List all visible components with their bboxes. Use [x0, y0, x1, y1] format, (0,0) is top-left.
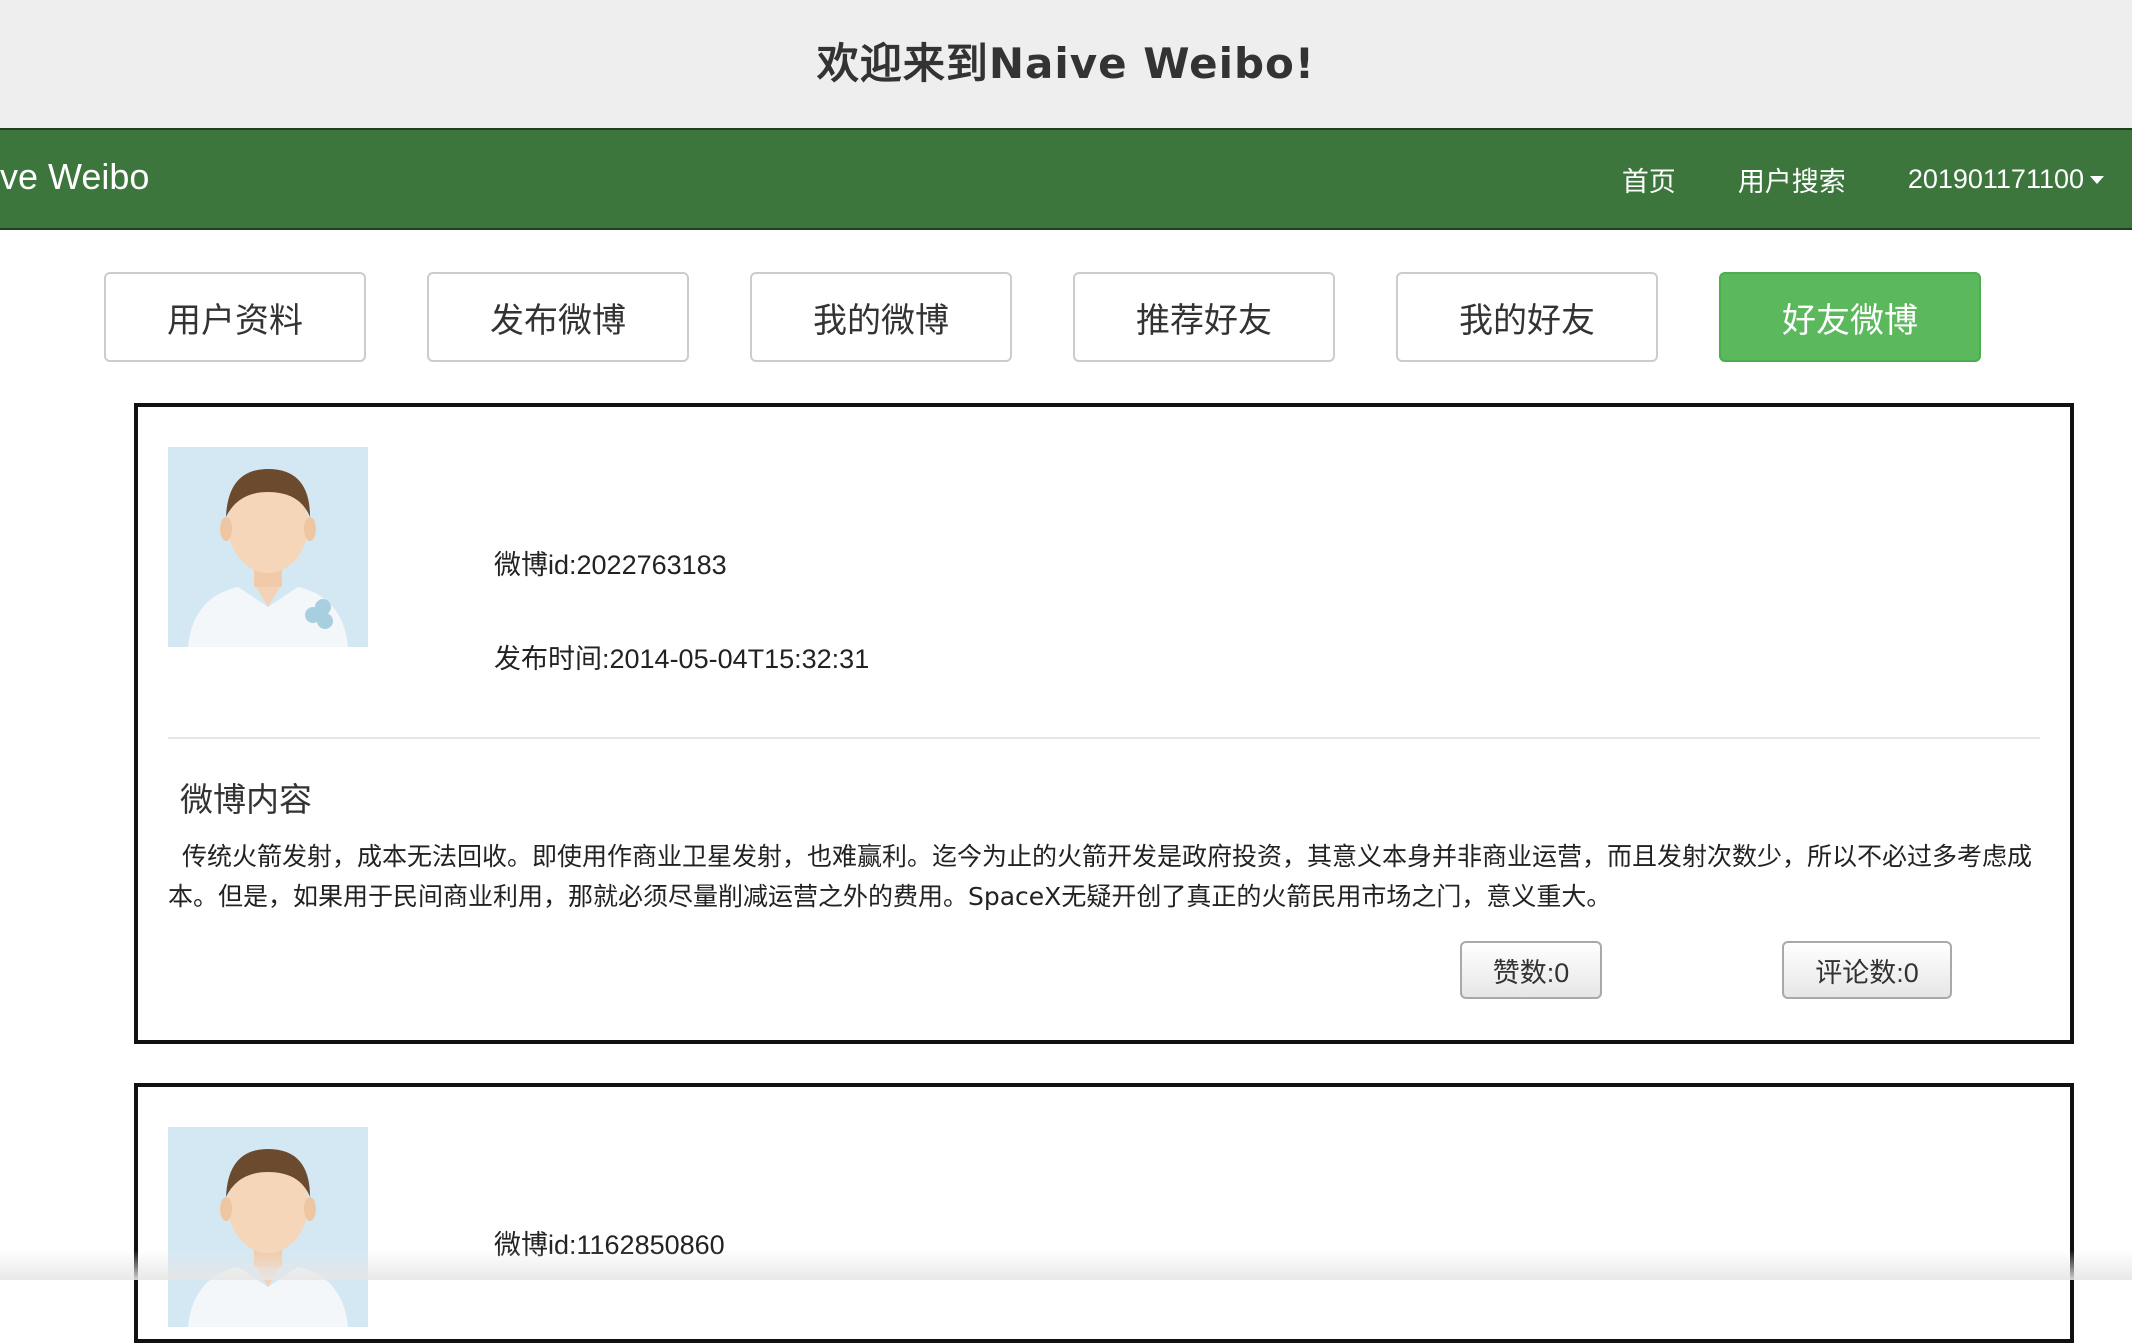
content-heading: 微博内容 [180, 780, 312, 819]
nav-home-link[interactable]: 首页 [1622, 160, 1676, 199]
post-time: 发布时间:2014-05-04T15:32:31 [494, 644, 870, 674]
post-content: 传统火箭发射，成本无法回收。即使用作商业卫星发射，也难赢利。迄今为止的火箭开发是… [168, 842, 2033, 911]
user-avatar-icon [168, 447, 368, 647]
navbar-brand[interactable]: ive Weibo [0, 156, 149, 198]
tab-my-weibo[interactable]: 我的微博 [750, 272, 1012, 362]
caret-down-icon [2090, 176, 2104, 185]
page-title: 欢迎来到Naive Weibo! [816, 38, 1316, 88]
avatar [168, 447, 368, 647]
tab-recommended-friends[interactable]: 推荐好友 [1073, 272, 1335, 362]
post-id: 微博id:2022763183 [494, 550, 727, 580]
navbar-links: 首页 用户搜索 201901171100 [1560, 130, 2104, 228]
top-navbar: ive Weibo 首页 用户搜索 201901171100 [0, 128, 2132, 230]
avatar [168, 1127, 368, 1327]
bottom-edge-shadow [0, 1250, 2132, 1280]
tab-user-profile[interactable]: 用户资料 [104, 272, 366, 362]
comment-button[interactable]: 评论数:0 [1782, 941, 1952, 999]
weibo-post-card: 微博id:2022763183 发布时间:2014-05-04T15:32:31… [134, 403, 2074, 1044]
tab-my-friends[interactable]: 我的好友 [1396, 272, 1658, 362]
user-menu-label: 201901171100 [1907, 163, 2084, 194]
weibo-post-card: 微博id:1162850860 [134, 1083, 2074, 1343]
tab-friends-weibo[interactable]: 好友微博 [1719, 272, 1981, 362]
tab-bar: 用户资料 发布微博 我的微博 推荐好友 我的好友 好友微博 [104, 272, 1984, 364]
nav-user-search-link[interactable]: 用户搜索 [1738, 160, 1846, 199]
like-button[interactable]: 赞数:0 [1460, 941, 1602, 999]
tab-post-weibo[interactable]: 发布微博 [427, 272, 689, 362]
user-menu-dropdown[interactable]: 201901171100 [1908, 164, 2104, 195]
divider [168, 737, 2040, 739]
user-avatar-icon [168, 1127, 368, 1327]
page-header: 欢迎来到Naive Weibo! [0, 0, 2132, 128]
